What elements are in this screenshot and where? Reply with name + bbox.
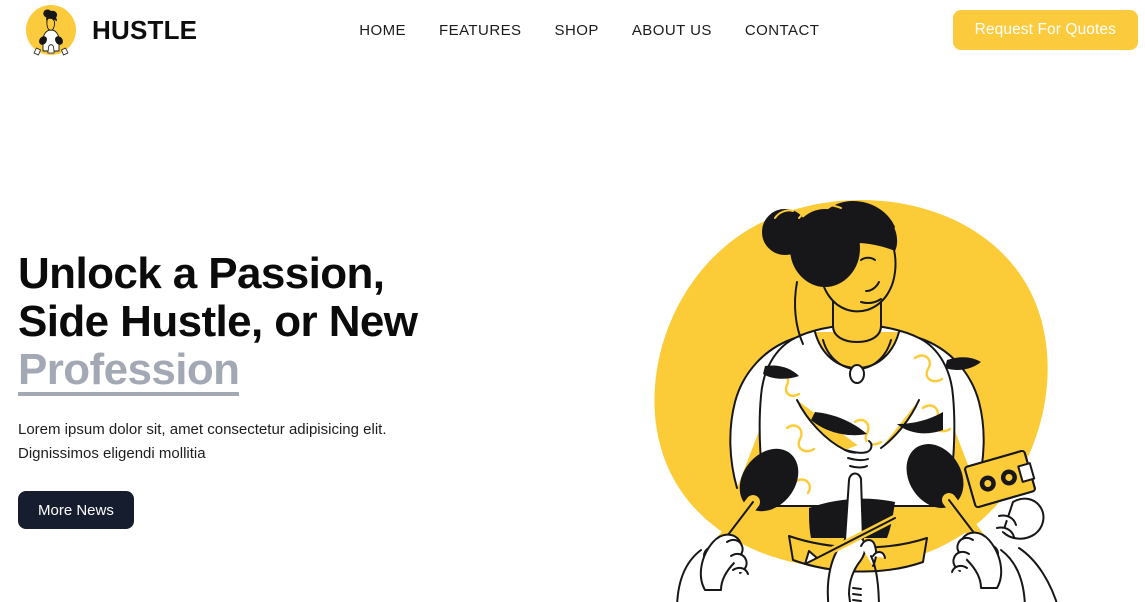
main-navigation: HOME FEATURES SHOP ABOUT US CONTACT (359, 23, 819, 38)
headline-accent-word: Profession (18, 345, 240, 396)
nav-item-shop[interactable]: SHOP (555, 23, 599, 38)
hustle-interview-badge-icon (22, 1, 80, 59)
nav-item-features[interactable]: FEATURES (439, 23, 522, 38)
headline-line-1: Unlock a Passion, (18, 249, 385, 298)
site-header: HUSTLE HOME FEATURES SHOP ABOUT US CONTA… (0, 0, 1145, 60)
hero-paragraph: Lorem ipsum dolor sit, amet consectetur … (18, 421, 387, 462)
brand-name: HUSTLE (92, 15, 198, 45)
more-news-button[interactable]: More News (18, 491, 134, 529)
hero-copy: Unlock a Passion, Side Hustle, or New Pr… (18, 250, 538, 529)
nav-item-home[interactable]: HOME (359, 23, 406, 38)
headline-line-2: Side Hustle, or New (18, 297, 418, 346)
page-title: Unlock a Passion, Side Hustle, or New Pr… (18, 250, 538, 396)
request-for-quotes-button[interactable]: Request For Quotes (952, 10, 1138, 50)
hero-section: Unlock a Passion, Side Hustle, or New Pr… (0, 60, 1145, 602)
woman-press-interview-illustration (647, 190, 1067, 602)
nav-item-about-us[interactable]: ABOUT US (632, 23, 712, 38)
nav-item-contact[interactable]: CONTACT (745, 23, 820, 38)
brand-logo[interactable]: HUSTLE (22, 1, 197, 59)
